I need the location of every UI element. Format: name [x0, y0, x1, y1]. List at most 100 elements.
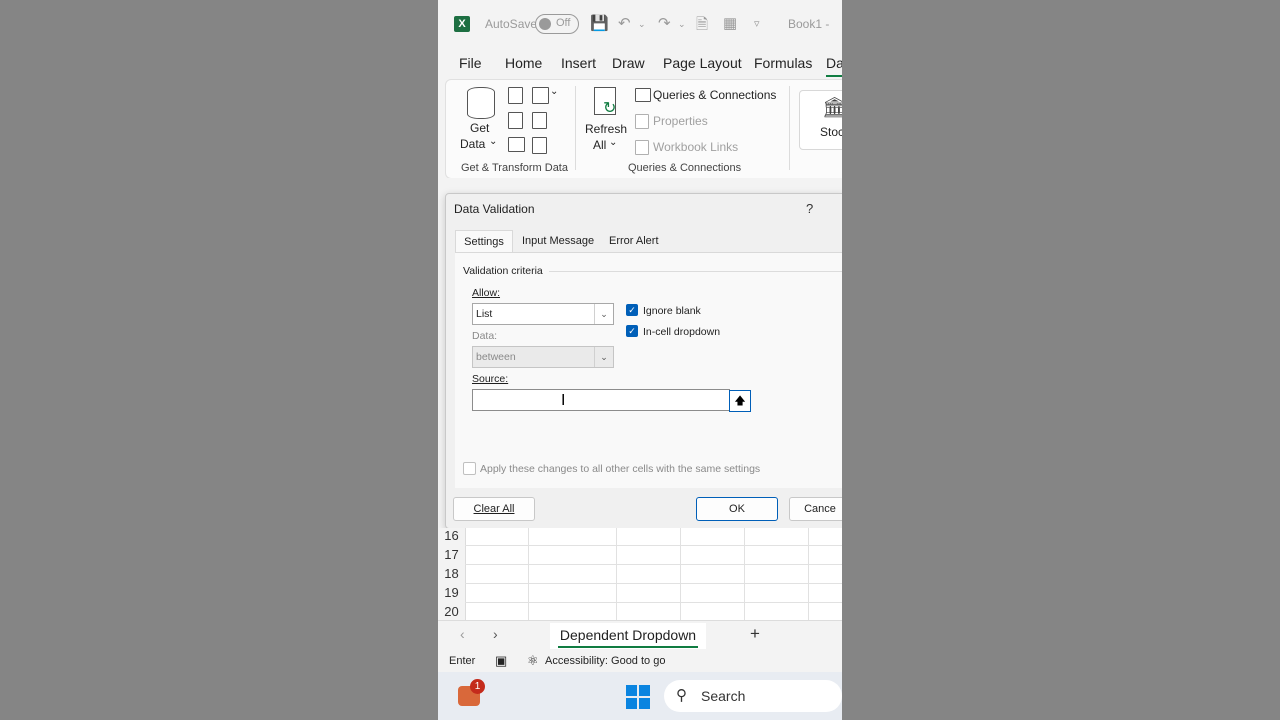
search-icon: ⚲ — [676, 687, 687, 704]
apply-all-label[interactable]: Apply these changes to all other cells w… — [480, 463, 760, 475]
queries-connections-button[interactable]: Queries & Connections — [653, 88, 776, 102]
autosave-toggle[interactable]: Off — [535, 14, 579, 34]
refresh-arrows-icon[interactable]: ↻ — [603, 98, 616, 118]
excel-window: X AutoSave Off 💾 ↶ ⌄ ↷ ⌄ 🗎 ▦ ▿ Book1 - F… — [438, 0, 842, 720]
web-chevron-icon[interactable]: ⌄ — [550, 86, 558, 97]
redo-dropdown-icon[interactable]: ⌄ — [678, 19, 686, 30]
grid-line — [528, 528, 529, 620]
allow-label: Allow: — [472, 287, 501, 299]
customize-qat-icon[interactable]: ▿ — [754, 17, 760, 30]
row-number[interactable]: 18 — [438, 566, 465, 581]
incell-dropdown-label[interactable]: In-cell dropdown — [643, 326, 720, 338]
save-icon[interactable]: 💾 — [590, 14, 609, 32]
clear-all-button[interactable]: Clear All — [453, 497, 535, 521]
ok-button[interactable]: OK — [696, 497, 778, 521]
allow-select[interactable]: List ⌄ — [472, 303, 614, 325]
tab-file[interactable]: File — [459, 55, 482, 71]
settings-panel: Validation criteria Allow: List ⌄ Data: … — [455, 252, 842, 488]
excel-logo-icon: X — [454, 16, 470, 32]
left-background — [0, 0, 438, 720]
add-sheet-button[interactable]: + — [750, 624, 760, 644]
existing-connections-icon[interactable] — [532, 137, 547, 154]
queries-connections-icon[interactable] — [635, 88, 651, 102]
grid-line — [465, 564, 842, 565]
collapse-dialog-button[interactable]: 🡅 — [729, 390, 751, 412]
tab-input-message[interactable]: Input Message — [522, 235, 594, 247]
tab-settings[interactable]: Settings — [455, 230, 513, 253]
scroll-right-icon[interactable]: › — [493, 626, 498, 642]
from-web-icon[interactable] — [532, 87, 549, 104]
row-number[interactable]: 20 — [438, 604, 465, 619]
taskbar-search-box[interactable]: ⚲ Search — [664, 680, 842, 712]
refresh-label-2[interactable]: All — [593, 138, 606, 152]
from-text-csv-icon[interactable] — [508, 87, 523, 104]
get-data-icon[interactable] — [467, 87, 495, 119]
tab-error-alert[interactable]: Error Alert — [609, 235, 659, 247]
grid-line — [465, 602, 842, 603]
from-range-icon[interactable] — [508, 137, 525, 152]
tab-insert[interactable]: Insert — [561, 55, 596, 71]
recent-sources-icon[interactable] — [532, 112, 547, 129]
tab-page-layout[interactable]: Page Layout — [663, 55, 742, 71]
cancel-button[interactable]: Cance — [789, 497, 842, 521]
sheet-tab-dependent-dropdown[interactable]: Dependent Dropdown — [550, 623, 706, 649]
data-value: between — [476, 351, 516, 363]
tab-draw[interactable]: Draw — [612, 55, 645, 71]
undo-dropdown-icon[interactable]: ⌄ — [638, 19, 646, 30]
start-tile — [639, 698, 650, 709]
start-tile — [626, 685, 637, 696]
notification-badge: 1 — [470, 679, 485, 694]
ignore-blank-label[interactable]: Ignore blank — [643, 305, 701, 317]
help-button[interactable]: ? — [806, 201, 813, 216]
new-file-icon[interactable]: 🗎 — [696, 14, 708, 39]
row-number[interactable]: 17 — [438, 547, 465, 562]
workbook-links-icon — [635, 140, 649, 155]
windows-start-icon[interactable] — [626, 685, 650, 709]
get-transform-group-label: Get & Transform Data — [461, 162, 568, 174]
macro-record-icon[interactable]: ▣ — [495, 653, 507, 669]
row-number[interactable]: 16 — [438, 528, 465, 543]
stocks-button[interactable]: 🏛 Stoc — [799, 90, 842, 150]
from-table-icon[interactable] — [508, 112, 523, 129]
ribbon-separator — [575, 86, 576, 170]
get-data-label-1[interactable]: Get — [470, 121, 489, 135]
get-data-chevron-icon[interactable]: ⌄ — [489, 136, 497, 147]
tab-formulas[interactable]: Formulas — [754, 55, 812, 71]
undo-icon[interactable]: ↶ — [618, 14, 631, 32]
queries-group-label: Queries & Connections — [628, 162, 742, 174]
ignore-blank-checkbox[interactable]: ✓ — [626, 304, 638, 316]
criteria-divider — [549, 271, 842, 272]
stocks-label: Stoc — [820, 125, 842, 139]
refresh-label-1[interactable]: Refresh — [585, 122, 627, 136]
toggle-knob-icon — [539, 18, 551, 30]
properties-button: Properties — [653, 114, 708, 128]
row-number[interactable]: 19 — [438, 585, 465, 600]
autosave-state: Off — [556, 17, 571, 29]
worksheet-grid[interactable]: 16 17 18 19 20 — [438, 528, 842, 620]
data-select: between ⌄ — [472, 346, 614, 368]
incell-dropdown-checkbox[interactable]: ✓ — [626, 325, 638, 337]
redo-icon[interactable]: ↷ — [658, 14, 671, 32]
tab-home[interactable]: Home — [505, 55, 542, 71]
source-input[interactable]: I 🡅 — [472, 389, 751, 412]
sheet-tab-bar: ‹ › Dependent Dropdown + — [438, 620, 842, 651]
form-icon[interactable]: ▦ — [723, 14, 737, 32]
accessibility-status[interactable]: Accessibility: Good to go — [545, 655, 665, 667]
accessibility-icon[interactable]: ⚛ — [527, 653, 539, 669]
grid-line — [808, 528, 809, 620]
data-validation-dialog: Data Validation ? Settings Input Message… — [445, 193, 842, 529]
validation-criteria-label: Validation criteria — [463, 265, 543, 277]
grid-line — [744, 528, 745, 620]
apply-all-checkbox[interactable] — [463, 462, 476, 475]
tab-data[interactable]: Da — [826, 55, 842, 71]
data-label: Data: — [472, 330, 498, 342]
start-tile — [639, 685, 650, 696]
status-mode: Enter — [449, 655, 476, 667]
title-bar: X AutoSave Off 💾 ↶ ⌄ ↷ ⌄ 🗎 ▦ ▿ Book1 - — [438, 0, 842, 48]
ribbon-separator-2 — [789, 86, 790, 170]
scroll-left-icon[interactable]: ‹ — [460, 626, 465, 642]
get-data-label-2[interactable]: Data — [460, 137, 485, 151]
refresh-chevron-icon[interactable]: ⌄ — [609, 137, 617, 148]
windows-taskbar: 1 ⚲ Search — [438, 672, 842, 720]
allow-value: List — [476, 308, 493, 320]
